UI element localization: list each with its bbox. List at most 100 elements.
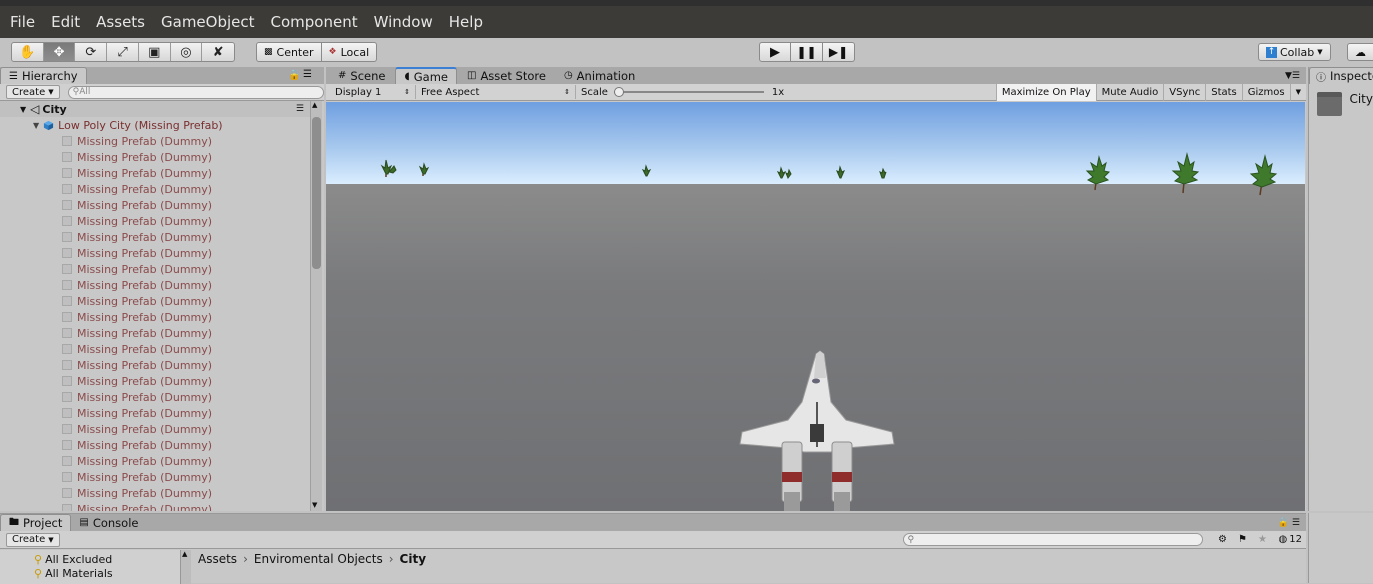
cube-icon <box>62 248 72 258</box>
menu-gameobject[interactable]: GameObject <box>153 13 263 31</box>
menu-file[interactable]: File <box>2 13 43 31</box>
pivot-center-button[interactable]: ▩ Center <box>256 42 322 62</box>
hierarchy-item[interactable]: Missing Prefab (Dummy) <box>0 165 310 181</box>
stats-toggle[interactable]: Stats <box>1206 83 1243 101</box>
hierarchy-item[interactable]: Missing Prefab (Dummy) <box>0 453 310 469</box>
vsync-toggle[interactable]: VSync <box>1164 83 1207 101</box>
menu-window[interactable]: Window <box>366 13 441 31</box>
hierarchy-item[interactable]: Missing Prefab (Dummy) <box>0 341 310 357</box>
move-icon[interactable]: ✥ <box>43 43 76 61</box>
tab-inspector[interactable]: ⓘ Inspector <box>1309 67 1373 84</box>
gizmos-toggle[interactable]: Gizmos <box>1243 84 1290 101</box>
favorite-star-icon[interactable]: ★ <box>1255 533 1271 547</box>
inspector-tab-row: ⓘ Inspector <box>1309 67 1373 84</box>
game-view-viewport[interactable] <box>326 102 1305 511</box>
favorite-all-materials[interactable]: ⚲ All Materials <box>0 566 180 580</box>
hierarchy-item[interactable]: Missing Prefab (Dummy) <box>0 229 310 245</box>
scroll-up-icon[interactable]: ▲ <box>312 101 317 109</box>
menu-edit[interactable]: Edit <box>43 13 88 31</box>
slider-thumb[interactable] <box>613 87 624 97</box>
expand-icon[interactable]: ▼ <box>33 121 39 130</box>
tab-scene[interactable]: # Scene <box>330 67 393 84</box>
mute-audio-toggle[interactable]: Mute Audio <box>1097 83 1165 101</box>
hierarchy-scrollbar[interactable]: ▲ ▼ <box>310 101 322 511</box>
hierarchy-item[interactable]: Missing Prefab (Dummy) <box>0 213 310 229</box>
breadcrumb-city[interactable]: City <box>400 552 426 566</box>
rotate-icon[interactable]: ⟳ <box>75 43 108 61</box>
display-dropdown[interactable]: Display 1 ⇕ <box>330 85 416 99</box>
hierarchy-item[interactable]: Missing Prefab (Dummy) <box>0 485 310 501</box>
hierarchy-item[interactable]: Missing Prefab (Dummy) <box>0 277 310 293</box>
root-object-row[interactable]: ▼ Low Poly City (Missing Prefab) <box>0 117 310 133</box>
hierarchy-item[interactable]: Missing Prefab (Dummy) <box>0 405 310 421</box>
hierarchy-tab-row: ☰ Hierarchy <box>0 67 324 84</box>
scrollbar-thumb[interactable] <box>312 117 321 269</box>
favorite-all-excluded[interactable]: ⚲ All Excluded <box>0 552 180 566</box>
inspector-tab-label: Inspector <box>1330 69 1373 83</box>
tab-console[interactable]: ▤ Console <box>71 514 146 531</box>
aspect-dropdown[interactable]: Free Aspect ⇕ <box>416 85 576 99</box>
hierarchy-item[interactable]: Missing Prefab (Dummy) <box>0 245 310 261</box>
hierarchy-item[interactable]: Missing Prefab (Dummy) <box>0 181 310 197</box>
hierarchy-item[interactable]: Missing Prefab (Dummy) <box>0 197 310 213</box>
tab-animation[interactable]: ◷ Animation <box>556 67 643 84</box>
hierarchy-item[interactable]: Missing Prefab (Dummy) <box>0 325 310 341</box>
filter-by-label-icon[interactable]: ⚑ <box>1235 533 1251 547</box>
hierarchy-item[interactable]: Missing Prefab (Dummy) <box>0 389 310 405</box>
hierarchy-item[interactable]: Missing Prefab (Dummy) <box>0 149 310 165</box>
scale-icon[interactable]: ⤢ <box>107 43 139 61</box>
space-local-button[interactable]: ❖ Local <box>321 42 378 62</box>
tab-project[interactable]: 🖿 Project <box>0 514 72 531</box>
menu-help[interactable]: Help <box>441 13 491 31</box>
tab-hierarchy[interactable]: ☰ Hierarchy <box>0 67 87 84</box>
panel-menu-icon[interactable]: ☰ <box>303 69 312 80</box>
scroll-up-icon[interactable]: ▲ <box>181 550 191 558</box>
hierarchy-item[interactable]: Missing Prefab (Dummy) <box>0 469 310 485</box>
rect-icon[interactable]: ▣ <box>139 43 171 61</box>
hierarchy-item[interactable]: Missing Prefab (Dummy) <box>0 261 310 277</box>
project-create-button[interactable]: Create ▼ <box>6 532 60 547</box>
hierarchy-create-button[interactable]: Create ▼ <box>6 85 60 99</box>
custom-tool-icon[interactable]: ✘ <box>202 43 234 61</box>
gizmos-dropdown[interactable]: ▼ <box>1289 83 1306 101</box>
cube-icon <box>62 136 72 146</box>
hierarchy-search-input[interactable]: ⚲ All <box>67 85 324 99</box>
hierarchy-item[interactable]: Missing Prefab (Dummy) <box>0 421 310 437</box>
hand-icon[interactable]: ✋ <box>12 43 44 61</box>
hidden-count[interactable]: ◍ 12 <box>1279 534 1302 545</box>
hierarchy-item[interactable]: Missing Prefab (Dummy) <box>0 309 310 325</box>
cube-icon <box>62 456 72 466</box>
play-button[interactable]: ▶ <box>759 42 791 62</box>
maximize-on-play-toggle[interactable]: Maximize On Play <box>995 83 1097 101</box>
project-search-input[interactable]: ⚲ <box>902 533 1203 546</box>
expand-icon[interactable]: ▼ <box>20 105 26 114</box>
hierarchy-item[interactable]: Missing Prefab (Dummy) <box>0 373 310 389</box>
breadcrumb-assets[interactable]: Assets <box>198 552 237 566</box>
center-menu-icon[interactable]: ▼☰ <box>1285 67 1300 84</box>
menu-assets[interactable]: Assets <box>88 13 153 31</box>
filter-by-type-icon[interactable]: ⚙ <box>1215 533 1231 547</box>
tab-game[interactable]: ◖ Game <box>395 67 457 84</box>
favorites-scrollbar[interactable]: ▲ <box>180 550 191 584</box>
collab-button[interactable]: ↑ Collab ▼ <box>1258 43 1331 61</box>
step-button[interactable]: ▶❚ <box>823 42 855 62</box>
hierarchy-item[interactable]: Missing Prefab (Dummy) <box>0 501 310 511</box>
lock-icon[interactable]: 🔒 <box>288 70 300 81</box>
scale-slider[interactable] <box>613 87 764 97</box>
tab-asset-store[interactable]: ◫ Asset Store <box>459 67 554 84</box>
pause-button[interactable]: ❚❚ <box>791 42 823 62</box>
hierarchy-item-label: Missing Prefab (Dummy) <box>77 294 213 308</box>
hierarchy-item[interactable]: Missing Prefab (Dummy) <box>0 293 310 309</box>
scene-menu-icon[interactable]: ☰ <box>296 104 304 114</box>
scene-row[interactable]: ▼ ◁ City ☰ <box>0 101 310 117</box>
hierarchy-item[interactable]: Missing Prefab (Dummy) <box>0 357 310 373</box>
transform-icon[interactable]: ◎ <box>171 43 203 61</box>
hierarchy-item[interactable]: Missing Prefab (Dummy) <box>0 437 310 453</box>
hierarchy-item[interactable]: Missing Prefab (Dummy) <box>0 133 310 149</box>
list-icon: ☰ <box>9 70 18 82</box>
project-menu-icon[interactable]: 🔒 ☰ <box>1278 514 1300 531</box>
menu-component[interactable]: Component <box>263 13 366 31</box>
breadcrumb-enviromental-objects[interactable]: Enviromental Objects <box>254 552 383 566</box>
cloud-button[interactable]: ☁ <box>1347 43 1373 61</box>
scroll-down-icon[interactable]: ▼ <box>312 501 317 509</box>
